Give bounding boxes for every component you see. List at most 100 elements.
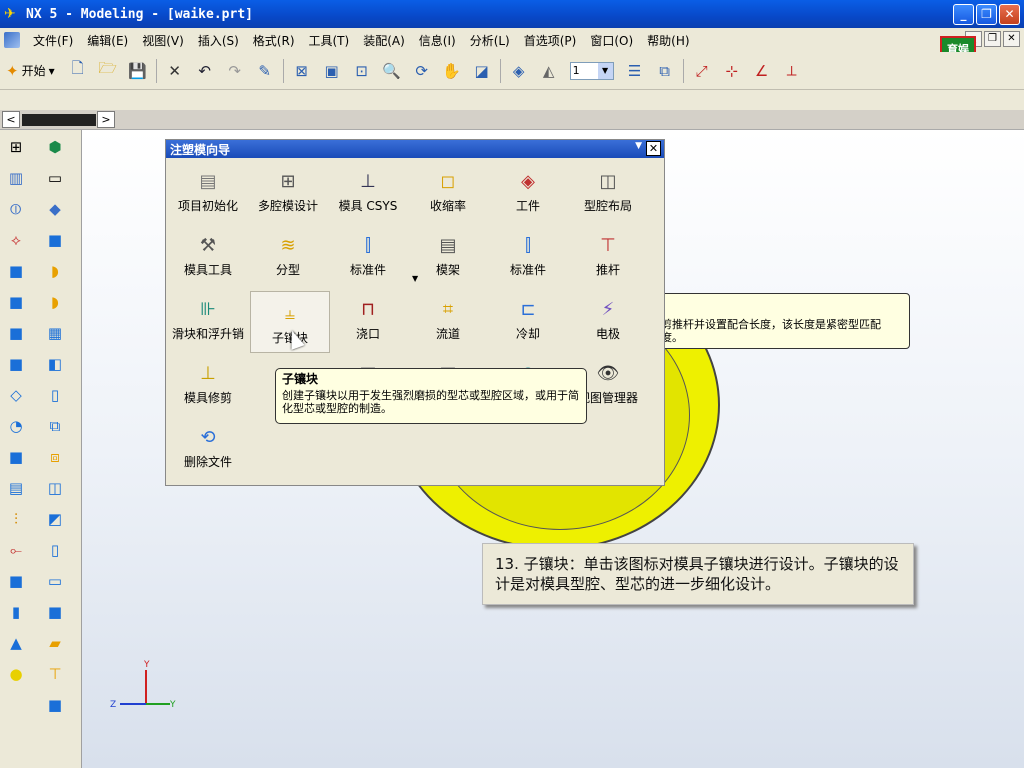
scale-icon[interactable]: ◧ [44, 351, 66, 377]
standard-parts-button[interactable]: ⫿ 标准件 [328, 224, 408, 286]
offset-icon[interactable]: ▦ [44, 320, 66, 346]
point-icon[interactable]: ⊹ [721, 60, 743, 82]
gate-button[interactable]: ⊓ 浇口 [328, 288, 408, 350]
vector-icon[interactable]: ∠ [751, 60, 773, 82]
blend-icon[interactable]: ◔ [5, 413, 27, 439]
rotate-icon[interactable]: ⟳ [411, 60, 433, 82]
box3d-icon[interactable]: ■ [44, 692, 66, 718]
redo-icon[interactable]: ↷ [224, 60, 246, 82]
plane-icon[interactable]: ⟂ [781, 60, 803, 82]
parting-button[interactable]: ≋ 分型 [248, 224, 328, 286]
start-button[interactable]: ✦ 开始 ▾ [6, 62, 55, 80]
mold-base-button[interactable]: ▤ 模架 [408, 224, 488, 286]
chevron-down-icon[interactable]: ▼ [635, 141, 642, 151]
mold-tools-button[interactable]: ⚒ 模具工具 [168, 224, 248, 286]
chamfer-icon[interactable]: ■ [5, 444, 27, 470]
menu-view[interactable]: 视图(V) [135, 32, 191, 49]
intersect-icon[interactable]: ◫ [44, 475, 66, 501]
minimize-button[interactable]: _ [953, 4, 974, 25]
layer-settings-icon[interactable]: ☰ [624, 60, 646, 82]
sphere-icon[interactable]: ● [5, 661, 27, 687]
menu-insert[interactable]: 插入(S) [191, 32, 246, 49]
curve-icon[interactable]: ◗ [44, 258, 66, 284]
zoom-box-icon[interactable]: ⊡ [351, 60, 373, 82]
layer-select[interactable]: 1 ▼ [569, 61, 614, 80]
shaded-cube-icon[interactable]: ◈ [508, 60, 530, 82]
ejector-pin-button[interactable]: ⊤ 推杆 [568, 224, 648, 286]
pan-icon[interactable]: ✋ [441, 60, 463, 82]
menu-tools[interactable]: 工具(T) [302, 32, 357, 49]
menu-format[interactable]: 格式(R) [246, 32, 302, 49]
split-icon[interactable]: ◩ [44, 506, 66, 532]
cooling-button[interactable]: ⊏ 冷却 [488, 288, 568, 350]
cone-icon[interactable]: ■ [5, 320, 27, 346]
scroll-right-button[interactable]: > [97, 111, 115, 128]
menu-info[interactable]: 信息(I) [412, 32, 463, 49]
nx-menu-icon[interactable] [4, 32, 20, 48]
layer-visible-icon[interactable]: ⧉ [654, 60, 676, 82]
shrinkage-button[interactable]: ◻ 收缩率 [408, 160, 488, 222]
zoom-icon[interactable]: 🔍 [381, 60, 403, 82]
draft-icon[interactable]: ▯ [44, 537, 66, 563]
delete-icon[interactable]: ✕ [164, 60, 186, 82]
boss-icon[interactable]: ◇ [5, 382, 27, 408]
patch-icon[interactable]: ■ [44, 599, 66, 625]
menu-assembly[interactable]: 装配(A) [356, 32, 412, 49]
menu-window[interactable]: 窗口(O) [583, 32, 640, 49]
runner-button[interactable]: ⌗ 流道 [408, 288, 488, 350]
extrude-icon[interactable]: ▥ [5, 165, 27, 191]
open-folder-icon[interactable]: 🗁 [97, 59, 119, 82]
edge-blend-icon[interactable]: ◗ [44, 289, 66, 315]
menu-analysis[interactable]: 分析(L) [463, 32, 517, 49]
fill-icon[interactable]: ▰ [44, 630, 66, 656]
close-button[interactable]: ✕ [999, 4, 1020, 25]
standard-parts-2-button[interactable]: ⫿ 标准件 [488, 224, 568, 286]
mirror-icon[interactable]: ⫶ [5, 506, 27, 532]
thicken-icon[interactable]: ▭ [44, 568, 66, 594]
chevron-down-icon[interactable]: ▼ [412, 274, 418, 283]
restore-button[interactable]: ❐ [976, 4, 997, 25]
sweep-icon[interactable]: ⟡ [5, 227, 27, 253]
mold-icon[interactable]: ⊤ [44, 661, 66, 687]
cone-shape-icon[interactable]: ▲ [5, 630, 27, 656]
cavity-layout-button[interactable]: ◫ 型腔布局 [568, 160, 648, 222]
csys-icon[interactable]: ⤢ [691, 60, 713, 82]
box-icon[interactable]: ■ [5, 568, 27, 594]
slider-lifter-button[interactable]: ⊪ 滑块和浮升销 [168, 288, 248, 350]
unite-icon[interactable]: ⧉ [44, 413, 66, 439]
workpiece-button[interactable]: ◈ 工件 [488, 160, 568, 222]
mold-csys-button[interactable]: ⊥ 模具 CSYS [328, 160, 408, 222]
mold-trim-button[interactable]: ⊥ 模具修剪 [168, 352, 248, 414]
electrode-button[interactable]: ⚡ 电极 [568, 288, 648, 350]
mdi-restore-button[interactable]: ❐ [984, 31, 1001, 47]
point-tool-icon[interactable]: ⬢ [44, 134, 66, 160]
scroll-thumb[interactable] [22, 114, 96, 126]
sketch-icon[interactable]: ⊞ [5, 134, 27, 160]
save-icon[interactable]: 💾 [127, 60, 149, 82]
fit-icon[interactable]: ⊠ [291, 60, 313, 82]
menu-file[interactable]: 文件(F) [26, 32, 80, 49]
scroll-left-button[interactable]: < [2, 111, 20, 128]
cylinder-icon[interactable]: ■ [5, 289, 27, 315]
solid-icon[interactable]: ■ [44, 227, 66, 253]
render-style-icon[interactable]: ◭ [538, 60, 560, 82]
menu-help[interactable]: 帮助(H) [640, 32, 696, 49]
dialog-close-button[interactable]: ✕ [646, 141, 661, 156]
face-icon[interactable]: ◆ [44, 196, 66, 222]
subtract-icon[interactable]: ⧈ [44, 444, 66, 470]
undo-icon[interactable]: ↶ [194, 60, 216, 82]
revolve-icon[interactable]: ⦶ [5, 196, 27, 222]
trim-icon[interactable]: ⟜ [5, 537, 27, 563]
snap-icon[interactable]: ✎ [254, 60, 276, 82]
project-init-button[interactable]: ▤ 项目初始化 [168, 160, 248, 222]
delete-files-button[interactable]: ⟲ 删除文件 [168, 416, 248, 478]
menu-edit[interactable]: 编辑(E) [80, 32, 135, 49]
menu-preferences[interactable]: 首选项(P) [517, 32, 584, 49]
hole-icon[interactable]: ■ [5, 351, 27, 377]
block-icon[interactable]: ■ [5, 258, 27, 284]
pattern-icon[interactable]: ▯ [44, 382, 66, 408]
new-file-icon[interactable]: 🗋 [67, 59, 89, 82]
mdi-close-button[interactable]: ✕ [1003, 31, 1020, 47]
shell-icon[interactable]: ▤ [5, 475, 27, 501]
multi-cavity-button[interactable]: ⊞ 多腔模设计 [248, 160, 328, 222]
